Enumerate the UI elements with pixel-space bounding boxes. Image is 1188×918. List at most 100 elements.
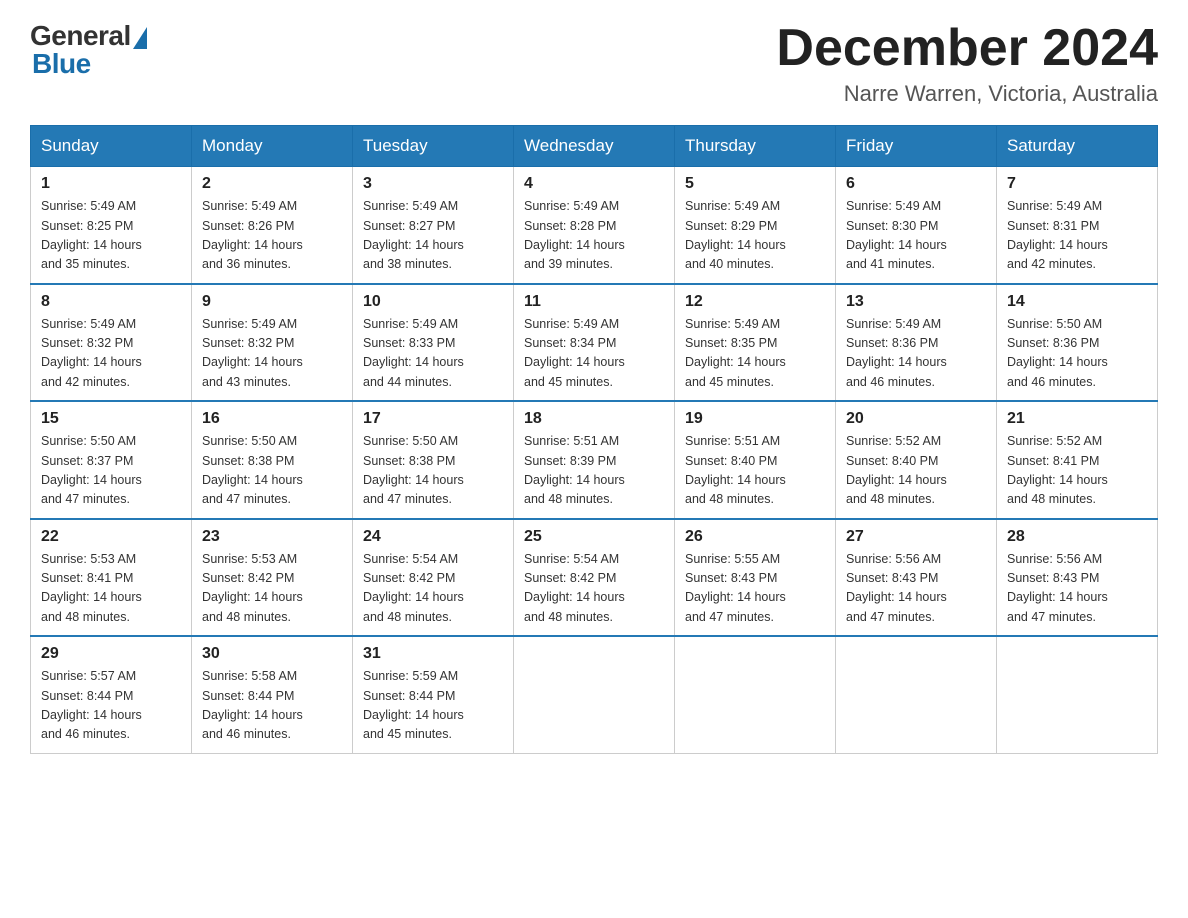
location-title: Narre Warren, Victoria, Australia bbox=[776, 81, 1158, 107]
day-number: 13 bbox=[846, 293, 986, 311]
day-number: 30 bbox=[202, 645, 342, 663]
table-row: 13 Sunrise: 5:49 AMSunset: 8:36 PMDaylig… bbox=[836, 284, 997, 402]
table-row: 12 Sunrise: 5:49 AMSunset: 8:35 PMDaylig… bbox=[675, 284, 836, 402]
day-number: 6 bbox=[846, 175, 986, 193]
day-number: 22 bbox=[41, 528, 181, 546]
col-sunday: Sunday bbox=[31, 126, 192, 167]
table-row: 22 Sunrise: 5:53 AMSunset: 8:41 PMDaylig… bbox=[31, 519, 192, 637]
day-number: 26 bbox=[685, 528, 825, 546]
month-title: December 2024 bbox=[776, 20, 1158, 77]
calendar-week-row: 22 Sunrise: 5:53 AMSunset: 8:41 PMDaylig… bbox=[31, 519, 1158, 637]
day-number: 15 bbox=[41, 410, 181, 428]
col-monday: Monday bbox=[192, 126, 353, 167]
day-number: 14 bbox=[1007, 293, 1147, 311]
day-info: Sunrise: 5:49 AMSunset: 8:33 PMDaylight:… bbox=[363, 317, 464, 389]
table-row: 9 Sunrise: 5:49 AMSunset: 8:32 PMDayligh… bbox=[192, 284, 353, 402]
table-row: 1 Sunrise: 5:49 AMSunset: 8:25 PMDayligh… bbox=[31, 167, 192, 284]
logo: General Blue bbox=[30, 20, 147, 80]
day-number: 7 bbox=[1007, 175, 1147, 193]
day-number: 31 bbox=[363, 645, 503, 663]
day-info: Sunrise: 5:56 AMSunset: 8:43 PMDaylight:… bbox=[1007, 552, 1108, 624]
col-tuesday: Tuesday bbox=[353, 126, 514, 167]
day-number: 5 bbox=[685, 175, 825, 193]
day-number: 1 bbox=[41, 175, 181, 193]
calendar-week-row: 1 Sunrise: 5:49 AMSunset: 8:25 PMDayligh… bbox=[31, 167, 1158, 284]
day-info: Sunrise: 5:58 AMSunset: 8:44 PMDaylight:… bbox=[202, 669, 303, 741]
day-info: Sunrise: 5:51 AMSunset: 8:39 PMDaylight:… bbox=[524, 434, 625, 506]
day-info: Sunrise: 5:50 AMSunset: 8:37 PMDaylight:… bbox=[41, 434, 142, 506]
day-number: 9 bbox=[202, 293, 342, 311]
day-number: 17 bbox=[363, 410, 503, 428]
day-number: 2 bbox=[202, 175, 342, 193]
day-info: Sunrise: 5:49 AMSunset: 8:31 PMDaylight:… bbox=[1007, 199, 1108, 271]
day-info: Sunrise: 5:52 AMSunset: 8:40 PMDaylight:… bbox=[846, 434, 947, 506]
day-number: 10 bbox=[363, 293, 503, 311]
day-info: Sunrise: 5:57 AMSunset: 8:44 PMDaylight:… bbox=[41, 669, 142, 741]
day-info: Sunrise: 5:49 AMSunset: 8:26 PMDaylight:… bbox=[202, 199, 303, 271]
table-row: 25 Sunrise: 5:54 AMSunset: 8:42 PMDaylig… bbox=[514, 519, 675, 637]
table-row bbox=[997, 636, 1158, 753]
table-row: 4 Sunrise: 5:49 AMSunset: 8:28 PMDayligh… bbox=[514, 167, 675, 284]
header-row: Sunday Monday Tuesday Wednesday Thursday… bbox=[31, 126, 1158, 167]
day-info: Sunrise: 5:49 AMSunset: 8:25 PMDaylight:… bbox=[41, 199, 142, 271]
table-row: 2 Sunrise: 5:49 AMSunset: 8:26 PMDayligh… bbox=[192, 167, 353, 284]
day-info: Sunrise: 5:50 AMSunset: 8:38 PMDaylight:… bbox=[202, 434, 303, 506]
day-number: 18 bbox=[524, 410, 664, 428]
table-row: 6 Sunrise: 5:49 AMSunset: 8:30 PMDayligh… bbox=[836, 167, 997, 284]
table-row: 10 Sunrise: 5:49 AMSunset: 8:33 PMDaylig… bbox=[353, 284, 514, 402]
day-info: Sunrise: 5:51 AMSunset: 8:40 PMDaylight:… bbox=[685, 434, 786, 506]
calendar-week-row: 29 Sunrise: 5:57 AMSunset: 8:44 PMDaylig… bbox=[31, 636, 1158, 753]
day-info: Sunrise: 5:49 AMSunset: 8:35 PMDaylight:… bbox=[685, 317, 786, 389]
table-row: 28 Sunrise: 5:56 AMSunset: 8:43 PMDaylig… bbox=[997, 519, 1158, 637]
table-row: 31 Sunrise: 5:59 AMSunset: 8:44 PMDaylig… bbox=[353, 636, 514, 753]
col-thursday: Thursday bbox=[675, 126, 836, 167]
day-info: Sunrise: 5:49 AMSunset: 8:32 PMDaylight:… bbox=[202, 317, 303, 389]
col-wednesday: Wednesday bbox=[514, 126, 675, 167]
table-row bbox=[675, 636, 836, 753]
table-row: 30 Sunrise: 5:58 AMSunset: 8:44 PMDaylig… bbox=[192, 636, 353, 753]
table-row: 21 Sunrise: 5:52 AMSunset: 8:41 PMDaylig… bbox=[997, 401, 1158, 519]
day-number: 8 bbox=[41, 293, 181, 311]
day-info: Sunrise: 5:50 AMSunset: 8:38 PMDaylight:… bbox=[363, 434, 464, 506]
table-row bbox=[836, 636, 997, 753]
table-row: 23 Sunrise: 5:53 AMSunset: 8:42 PMDaylig… bbox=[192, 519, 353, 637]
day-info: Sunrise: 5:49 AMSunset: 8:29 PMDaylight:… bbox=[685, 199, 786, 271]
day-info: Sunrise: 5:49 AMSunset: 8:30 PMDaylight:… bbox=[846, 199, 947, 271]
table-row: 20 Sunrise: 5:52 AMSunset: 8:40 PMDaylig… bbox=[836, 401, 997, 519]
logo-text-blue: Blue bbox=[30, 48, 91, 80]
table-row: 17 Sunrise: 5:50 AMSunset: 8:38 PMDaylig… bbox=[353, 401, 514, 519]
day-info: Sunrise: 5:56 AMSunset: 8:43 PMDaylight:… bbox=[846, 552, 947, 624]
day-number: 12 bbox=[685, 293, 825, 311]
day-number: 28 bbox=[1007, 528, 1147, 546]
table-row: 24 Sunrise: 5:54 AMSunset: 8:42 PMDaylig… bbox=[353, 519, 514, 637]
table-row: 16 Sunrise: 5:50 AMSunset: 8:38 PMDaylig… bbox=[192, 401, 353, 519]
calendar-week-row: 8 Sunrise: 5:49 AMSunset: 8:32 PMDayligh… bbox=[31, 284, 1158, 402]
table-row: 27 Sunrise: 5:56 AMSunset: 8:43 PMDaylig… bbox=[836, 519, 997, 637]
day-info: Sunrise: 5:54 AMSunset: 8:42 PMDaylight:… bbox=[524, 552, 625, 624]
table-row: 11 Sunrise: 5:49 AMSunset: 8:34 PMDaylig… bbox=[514, 284, 675, 402]
day-info: Sunrise: 5:53 AMSunset: 8:41 PMDaylight:… bbox=[41, 552, 142, 624]
table-row: 15 Sunrise: 5:50 AMSunset: 8:37 PMDaylig… bbox=[31, 401, 192, 519]
day-number: 25 bbox=[524, 528, 664, 546]
page-header: General Blue December 2024 Narre Warren,… bbox=[30, 20, 1158, 107]
day-info: Sunrise: 5:49 AMSunset: 8:32 PMDaylight:… bbox=[41, 317, 142, 389]
logo-triangle-icon bbox=[133, 27, 147, 49]
calendar-table: Sunday Monday Tuesday Wednesday Thursday… bbox=[30, 125, 1158, 754]
day-number: 21 bbox=[1007, 410, 1147, 428]
day-number: 23 bbox=[202, 528, 342, 546]
day-info: Sunrise: 5:49 AMSunset: 8:28 PMDaylight:… bbox=[524, 199, 625, 271]
day-info: Sunrise: 5:54 AMSunset: 8:42 PMDaylight:… bbox=[363, 552, 464, 624]
table-row: 3 Sunrise: 5:49 AMSunset: 8:27 PMDayligh… bbox=[353, 167, 514, 284]
table-row: 26 Sunrise: 5:55 AMSunset: 8:43 PMDaylig… bbox=[675, 519, 836, 637]
table-row: 19 Sunrise: 5:51 AMSunset: 8:40 PMDaylig… bbox=[675, 401, 836, 519]
day-number: 11 bbox=[524, 293, 664, 311]
day-number: 27 bbox=[846, 528, 986, 546]
table-row: 8 Sunrise: 5:49 AMSunset: 8:32 PMDayligh… bbox=[31, 284, 192, 402]
day-number: 3 bbox=[363, 175, 503, 193]
day-number: 24 bbox=[363, 528, 503, 546]
day-info: Sunrise: 5:55 AMSunset: 8:43 PMDaylight:… bbox=[685, 552, 786, 624]
day-number: 16 bbox=[202, 410, 342, 428]
table-row: 18 Sunrise: 5:51 AMSunset: 8:39 PMDaylig… bbox=[514, 401, 675, 519]
day-info: Sunrise: 5:53 AMSunset: 8:42 PMDaylight:… bbox=[202, 552, 303, 624]
day-info: Sunrise: 5:50 AMSunset: 8:36 PMDaylight:… bbox=[1007, 317, 1108, 389]
